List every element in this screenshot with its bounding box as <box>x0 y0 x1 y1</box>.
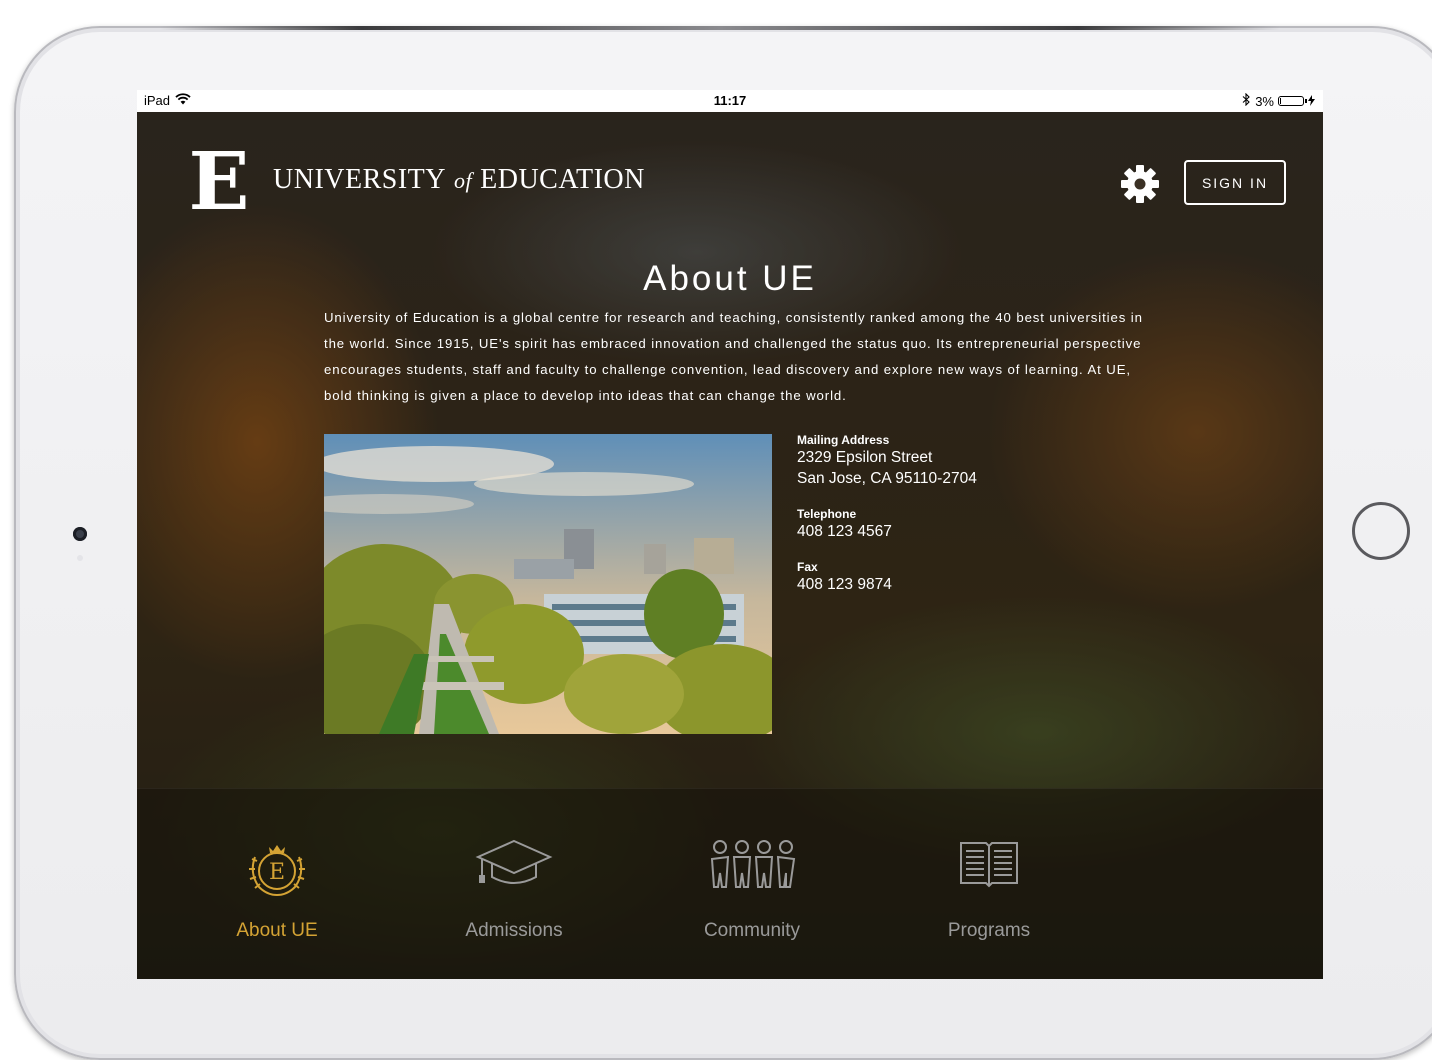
status-bar: iPad 11:17 3% <box>137 90 1323 112</box>
bluetooth-icon <box>1242 92 1251 109</box>
fax-group: Fax 408 123 9874 <box>797 560 977 595</box>
nav-label-admissions: Admissions <box>465 920 563 941</box>
clock: 11:17 <box>713 93 747 108</box>
book-icon <box>958 837 1020 894</box>
ipad-top-edge <box>160 26 1280 30</box>
mailing-address-label: Mailing Address <box>797 433 890 447</box>
mailing-address-line2: San Jose, CA 95110-2704 <box>797 470 977 487</box>
fax-number: 408 123 9874 <box>797 576 892 593</box>
charging-icon <box>1308 94 1315 109</box>
nav-item-admissions[interactable]: Admissions <box>394 789 634 979</box>
nav-label-programs: Programs <box>947 920 1031 941</box>
campus-photo <box>324 434 772 734</box>
nav-item-programs[interactable]: Programs <box>869 789 1109 979</box>
telephone-label: Telephone <box>797 507 857 521</box>
university-name: UNIVERSITY of EDUCATION <box>273 164 645 196</box>
telephone-number[interactable]: 408 123 4567 <box>797 521 977 542</box>
nav-label-community: Community <box>703 920 801 941</box>
nav-item-community[interactable]: Community <box>632 789 872 979</box>
nav-label-about-ue: About UE <box>236 920 318 941</box>
battery-icon <box>1278 96 1307 106</box>
crest-icon: E <box>245 837 309 904</box>
page-title: About UE <box>643 259 817 299</box>
logo-name-of: of <box>454 168 473 193</box>
graduation-cap-icon <box>474 837 554 896</box>
logo-name-part2: EDUCATION <box>480 164 645 195</box>
mailing-address-line1: 2329 Epsilon Street <box>797 449 933 466</box>
light-sensor <box>77 555 83 561</box>
front-camera <box>73 527 87 541</box>
intro-paragraph: University of Education is a global cent… <box>324 310 1143 404</box>
battery-level <box>1280 98 1281 104</box>
fax-label: Fax <box>797 560 818 574</box>
battery-percent: 3% <box>1255 93 1274 109</box>
mailing-address-group: Mailing Address 2329 Epsilon Street San … <box>797 433 977 489</box>
telephone-group: Telephone 408 123 4567 <box>797 507 977 542</box>
svg-text:E: E <box>269 860 285 885</box>
gear-icon[interactable] <box>1120 164 1160 204</box>
sign-in-button[interactable]: SIGN IN <box>1184 160 1286 205</box>
app-screen: iPad 11:17 3% E UNIVERSITY of EDUCATION … <box>137 90 1323 979</box>
logo-icon[interactable]: E <box>187 141 251 221</box>
community-icon <box>708 837 796 896</box>
home-button[interactable] <box>1352 502 1410 560</box>
bottom-nav: E About UE Admissions Community Programs <box>137 788 1323 979</box>
logo-name-part1: UNIVERSITY <box>273 164 446 195</box>
nav-item-about-ue[interactable]: E About UE <box>157 789 397 979</box>
contact-info: Mailing Address 2329 Epsilon Street San … <box>797 433 977 613</box>
